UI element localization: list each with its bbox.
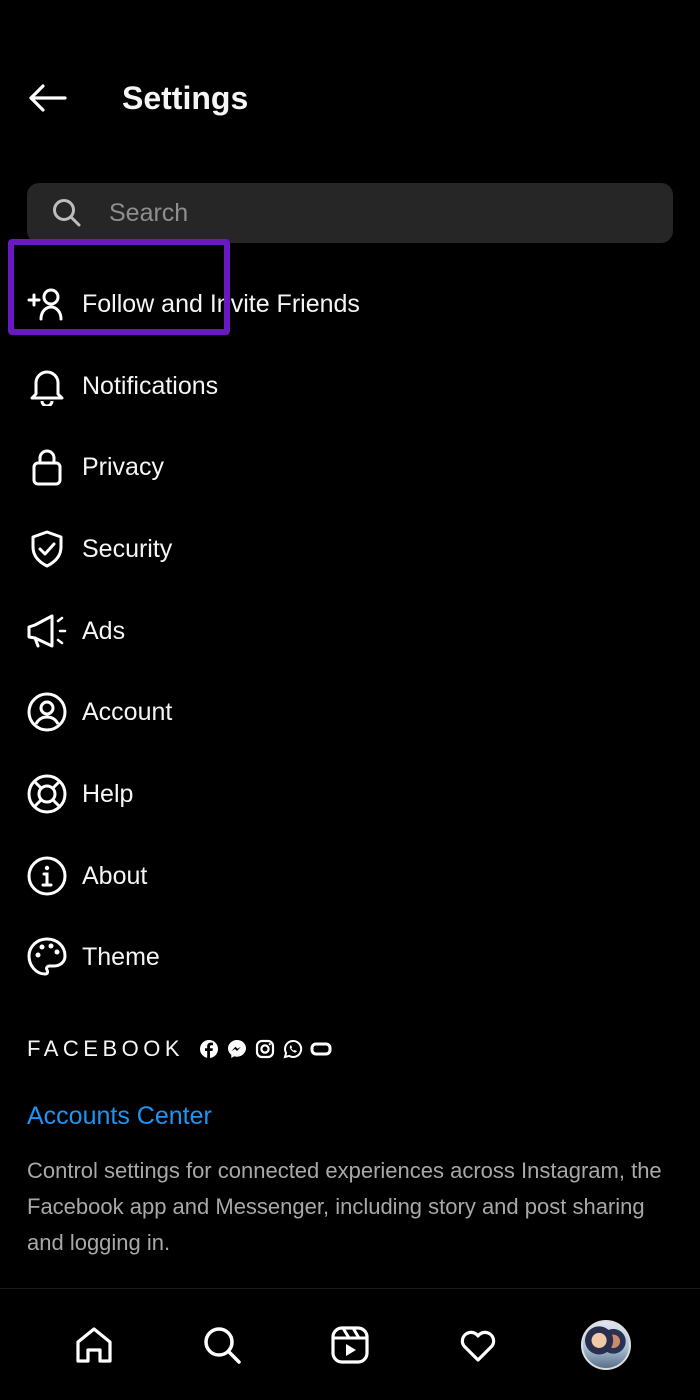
lock-icon <box>26 446 68 488</box>
menu-label: Theme <box>82 943 160 972</box>
home-icon <box>76 1326 112 1363</box>
menu-item-help[interactable]: Help <box>0 753 700 835</box>
menu-item-privacy[interactable]: Privacy <box>0 426 700 508</box>
facebook-brand-row: FACEBOOK <box>27 1036 677 1062</box>
menu-label: About <box>82 861 148 890</box>
search-input[interactable] <box>109 198 673 228</box>
menu-label: Ads <box>82 616 126 645</box>
nav-search-button[interactable] <box>192 1315 252 1375</box>
nav-activity-button[interactable] <box>448 1315 508 1375</box>
bell-icon <box>26 365 68 407</box>
menu-label: Notifications <box>82 371 219 400</box>
menu-label: Account <box>82 698 173 727</box>
menu-item-theme[interactable]: Theme <box>0 917 700 999</box>
user-circle-icon <box>26 691 68 733</box>
meta-app-icons <box>198 1038 332 1060</box>
header: Settings <box>0 0 700 196</box>
settings-menu: Follow and Invite Friends Notifications … <box>0 263 700 998</box>
menu-item-security[interactable]: Security <box>0 508 700 590</box>
lifebuoy-icon <box>26 773 68 815</box>
messenger-icon <box>226 1038 248 1060</box>
nav-profile-button[interactable] <box>576 1315 636 1375</box>
menu-item-about[interactable]: About <box>0 835 700 917</box>
search-icon <box>204 1326 241 1364</box>
search-icon <box>51 197 83 229</box>
palette-icon <box>26 936 68 978</box>
reels-icon <box>331 1325 369 1364</box>
instagram-icon <box>254 1038 276 1060</box>
avatar <box>581 1319 631 1370</box>
search-bar[interactable] <box>27 183 673 243</box>
facebook-section: FACEBOOK Accounts Center Control setting… <box>27 1036 677 1261</box>
back-button[interactable] <box>24 78 70 118</box>
page-title: Settings <box>122 80 249 116</box>
menu-item-account[interactable]: Account <box>0 671 700 753</box>
menu-item-follow-invite[interactable]: Follow and Invite Friends <box>0 263 700 345</box>
accounts-center-link[interactable]: Accounts Center <box>27 1102 677 1131</box>
bottom-navigation <box>0 1288 700 1400</box>
info-icon <box>26 855 68 897</box>
menu-label: Follow and Invite Friends <box>82 289 360 318</box>
nav-home-button[interactable] <box>64 1315 124 1375</box>
facebook-icon <box>198 1038 220 1060</box>
menu-label: Help <box>82 779 134 808</box>
add-person-icon <box>26 283 68 325</box>
arrow-left-icon <box>29 84 67 112</box>
nav-reels-button[interactable] <box>320 1315 380 1375</box>
menu-label: Security <box>82 534 173 563</box>
portal-icon <box>310 1038 332 1060</box>
menu-label: Privacy <box>82 453 164 482</box>
facebook-wordmark: FACEBOOK <box>27 1036 185 1061</box>
megaphone-icon <box>26 610 68 652</box>
menu-item-notifications[interactable]: Notifications <box>0 345 700 427</box>
shield-check-icon <box>26 528 68 570</box>
heart-icon <box>460 1330 496 1362</box>
accounts-center-description: Control settings for connected experienc… <box>27 1158 662 1255</box>
menu-item-ads[interactable]: Ads <box>0 590 700 672</box>
whatsapp-icon <box>282 1038 304 1060</box>
